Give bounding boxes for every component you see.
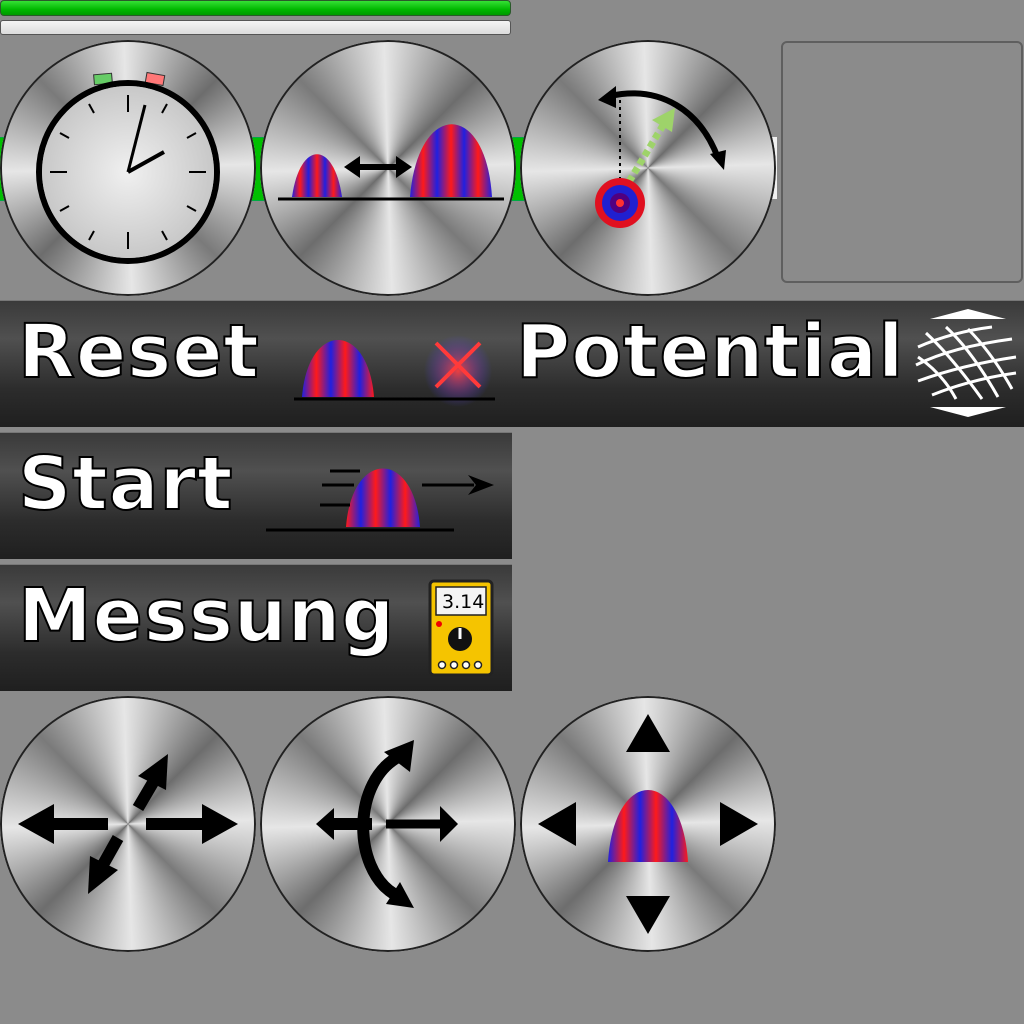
momentum-angle-knob[interactable] <box>520 40 776 296</box>
measure-label: Messung <box>17 573 396 659</box>
wave-width-knob[interactable] <box>260 40 516 296</box>
angle-arrow-icon <box>595 86 726 228</box>
wave-position-knob[interactable] <box>520 696 776 952</box>
meter-reading: 3.14 <box>442 591 484 613</box>
potential-button[interactable]: Potential <box>512 300 1024 427</box>
multimeter-icon: 3.14 <box>428 579 494 677</box>
measure-button[interactable]: Messung 3.14 <box>0 564 512 691</box>
reset-button[interactable]: Reset <box>0 300 512 427</box>
move-arrows-icon <box>18 754 238 894</box>
move-knob[interactable] <box>0 696 256 952</box>
rotate-arrows-icon <box>316 740 458 908</box>
preview-panel <box>781 41 1023 283</box>
progress-bar-secondary <box>0 20 511 35</box>
reset-wave-icon <box>294 335 495 407</box>
start-label: Start <box>17 441 234 527</box>
stopwatch-icon <box>36 71 220 264</box>
potential-label: Potential <box>515 309 905 395</box>
wave-spread-icon <box>278 124 504 201</box>
potential-grid-icon <box>915 309 1017 417</box>
dpad-wave-icon <box>538 714 758 934</box>
clock-knob[interactable] <box>0 40 256 296</box>
start-wave-icon <box>266 468 494 532</box>
start-button[interactable]: Start <box>0 432 512 559</box>
reset-label: Reset <box>17 309 260 395</box>
rotate-knob[interactable] <box>260 696 516 952</box>
progress-bar-primary <box>0 0 511 16</box>
